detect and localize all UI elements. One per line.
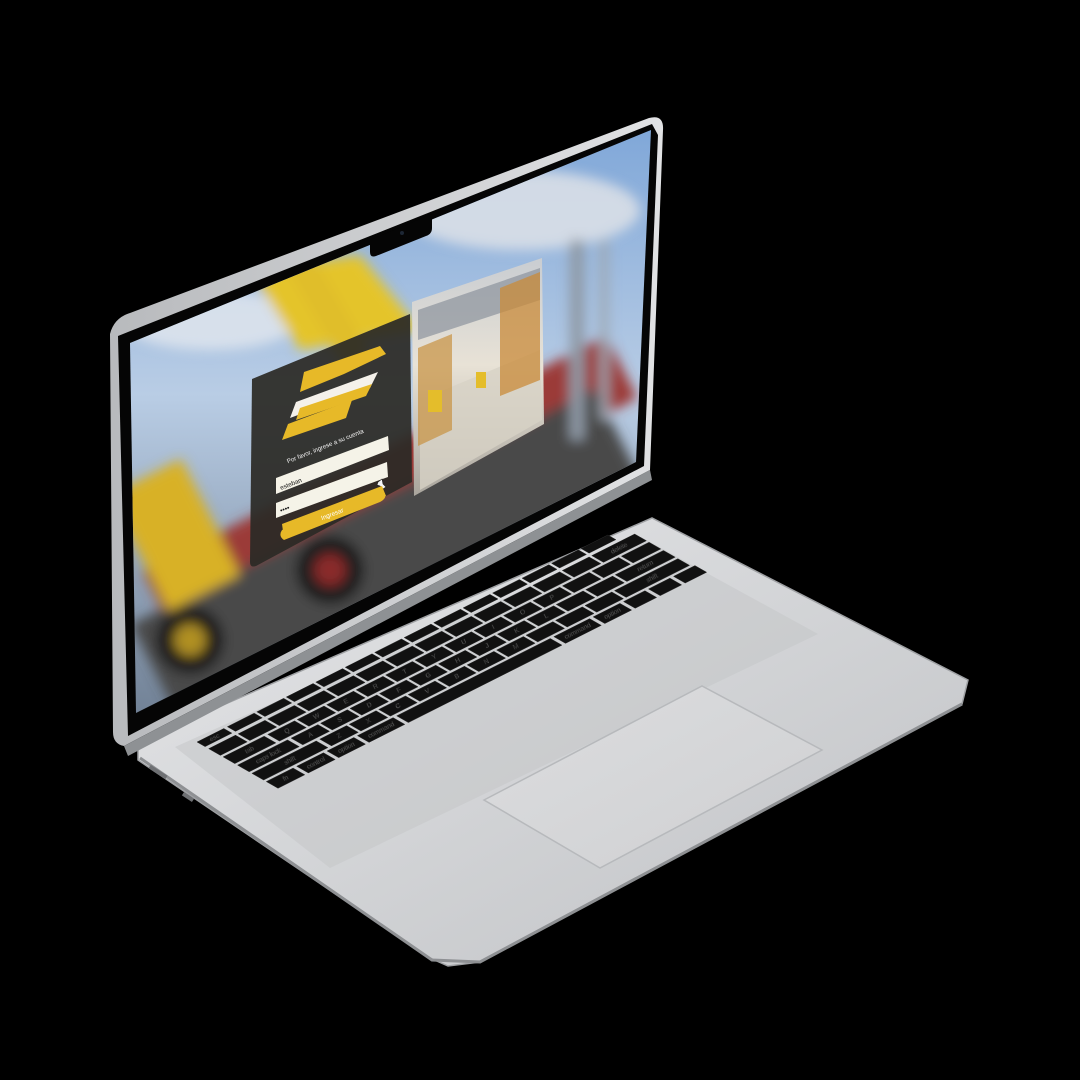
camera-icon	[400, 231, 404, 235]
laptop-mockup-stage: esc delete tab Q W E R T Y U I O Pcaps lock A S D F G H J K L…	[0, 0, 1080, 1080]
forklift	[476, 372, 486, 388]
laptop-scene: escdeletetabQWERTYUIOPcaps lockASDFGHJKL…	[110, 117, 969, 967]
forklift	[428, 390, 442, 412]
